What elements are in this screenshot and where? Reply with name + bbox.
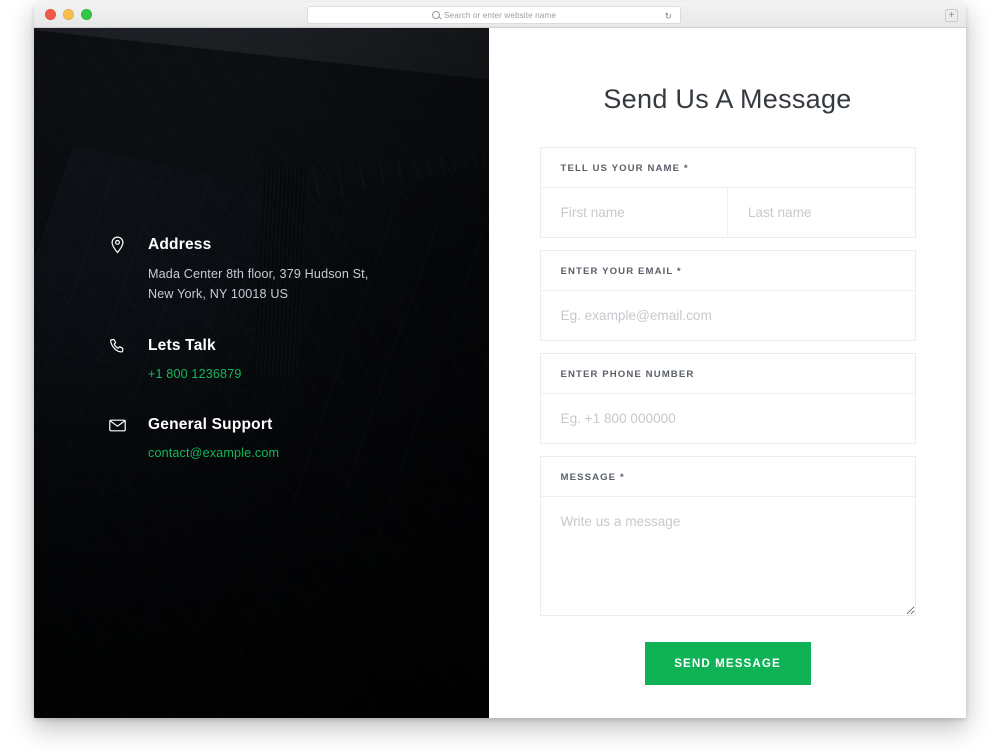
send-message-button[interactable]: SEND MESSAGE xyxy=(644,642,811,685)
first-name-cell xyxy=(540,188,728,237)
field-group-phone: ENTER PHONE NUMBER xyxy=(539,353,916,444)
page-title: Send Us A Message xyxy=(603,84,852,114)
contact-address-text: Mada Center 8th floor, 379 Hudson St, Ne… xyxy=(148,264,438,304)
message-label: MESSAGE * xyxy=(540,457,915,497)
contact-address-header: Address xyxy=(108,236,438,254)
field-group-name: TELL US YOUR NAME * xyxy=(539,147,916,238)
contact-email-title: General Support xyxy=(148,416,273,433)
close-window-button[interactable] xyxy=(45,9,56,20)
contact-address-line1: Mada Center 8th floor, 379 Hudson St, xyxy=(148,267,369,281)
field-group-message: MESSAGE * xyxy=(539,456,916,616)
contact-address-line2: New York, NY 10018 US xyxy=(148,287,289,301)
phone-icon xyxy=(108,337,126,355)
contact-info-list: Address Mada Center 8th floor, 379 Hudso… xyxy=(108,236,438,462)
phone-label: ENTER PHONE NUMBER xyxy=(540,354,915,394)
browser-titlebar: Search or enter website name ↻ + xyxy=(34,2,966,28)
last-name-cell xyxy=(728,188,915,237)
contact-email-header: General Support xyxy=(108,416,438,434)
phone-input[interactable] xyxy=(540,394,915,443)
name-label: TELL US YOUR NAME * xyxy=(540,148,915,188)
field-group-email: ENTER YOUR EMAIL * xyxy=(539,250,916,341)
contact-phone-title: Lets Talk xyxy=(148,337,216,354)
browser-window: Search or enter website name ↻ + Address… xyxy=(34,2,966,718)
address-bar-inner: Search or enter website name xyxy=(431,10,557,20)
address-bar-placeholder: Search or enter website name xyxy=(443,10,557,20)
contact-image-panel: Address Mada Center 8th floor, 379 Hudso… xyxy=(34,28,489,718)
new-tab-button[interactable]: + xyxy=(945,9,958,22)
contact-email-link[interactable]: contact@example.com xyxy=(148,444,279,462)
name-input-row xyxy=(540,188,915,237)
contact-block-phone: Lets Talk +1 800 1236879 xyxy=(108,337,438,383)
contact-form-panel: Send Us A Message TELL US YOUR NAME * E xyxy=(489,28,966,718)
envelope-icon xyxy=(108,416,126,434)
last-name-input[interactable] xyxy=(728,188,915,237)
submit-row: SEND MESSAGE xyxy=(540,642,916,685)
reload-icon[interactable]: ↻ xyxy=(664,11,672,21)
email-input[interactable] xyxy=(540,291,915,340)
contact-address-title: Address xyxy=(148,236,212,253)
map-pin-icon xyxy=(108,236,126,254)
contact-phone-link[interactable]: +1 800 1236879 xyxy=(148,365,242,383)
traffic-lights xyxy=(45,9,92,20)
contact-phone-header: Lets Talk xyxy=(108,337,438,355)
search-icon xyxy=(431,11,440,19)
address-bar[interactable]: Search or enter website name ↻ xyxy=(307,6,681,24)
contact-block-email: General Support contact@example.com xyxy=(108,416,438,462)
message-textarea[interactable] xyxy=(540,497,915,615)
email-label: ENTER YOUR EMAIL * xyxy=(540,251,915,291)
minimize-window-button[interactable] xyxy=(63,9,74,20)
maximize-window-button[interactable] xyxy=(81,9,92,20)
first-name-input[interactable] xyxy=(540,188,727,237)
contact-block-address: Address Mada Center 8th floor, 379 Hudso… xyxy=(108,236,438,304)
contact-form: TELL US YOUR NAME * ENTER YOUR EMAIL * xyxy=(539,147,916,685)
page-viewport: Address Mada Center 8th floor, 379 Hudso… xyxy=(34,28,966,718)
